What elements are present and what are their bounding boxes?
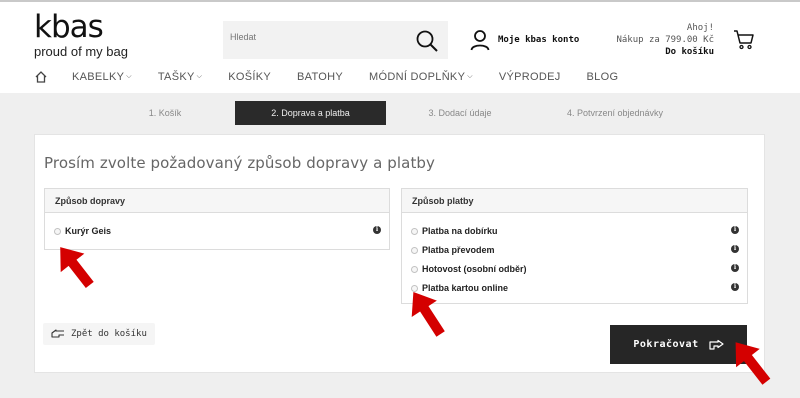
cart-greeting: Ahoj! — [686, 23, 714, 33]
annotation-arrow-icon — [411, 292, 445, 337]
cart-total: Nákup za 799.00 Kč — [616, 35, 714, 45]
radio-button[interactable] — [411, 265, 418, 273]
annotation-arrow-icon — [735, 342, 771, 385]
shipping-heading: Způsob dopravy — [45, 189, 389, 213]
chevron-down-icon: ⌵ — [196, 73, 203, 80]
nav-label: KABELKY — [72, 71, 125, 83]
nav-label: MÓDNÍ DOPLŇKY — [369, 71, 466, 83]
info-icon[interactable]: i — [373, 226, 381, 234]
payment-option-transfer[interactable]: Platba převodem — [411, 245, 495, 255]
hand-right-icon — [709, 339, 724, 350]
nav-label: KOŠÍKY — [228, 71, 271, 83]
search-icon[interactable] — [415, 29, 439, 53]
logo[interactable]: kbas proud of my bag — [34, 9, 128, 60]
info-icon[interactable]: i — [731, 283, 739, 291]
nav-label: BATOHY — [297, 71, 344, 83]
logo-tagline: proud of my bag — [34, 44, 128, 59]
option-label: Hotovost (osobní odběr) — [422, 264, 527, 274]
radio-button[interactable] — [54, 227, 61, 235]
search-box — [223, 21, 448, 59]
main-nav: KABELKY ⌵ TAŠKY ⌵ KOŠÍKY BATOHY MÓDNÍ DOPL… — [34, 69, 644, 85]
nav-item-kabelky[interactable]: KABELKY ⌵ — [72, 71, 132, 83]
radio-button[interactable] — [411, 246, 418, 254]
cart-link[interactable]: Do košíku — [616, 46, 714, 58]
account-link[interactable]: Moje kbas konto — [470, 29, 579, 51]
nav-item-batohy[interactable]: BATOHY — [297, 71, 343, 83]
radio-button[interactable] — [411, 227, 418, 235]
chevron-down-icon: ⌵ — [126, 73, 132, 80]
nav-item-modni-doplnky[interactable]: MÓDNÍ DOPLŇKY ⌵ — [369, 71, 473, 83]
logo-word: kbas — [34, 9, 104, 45]
site-header: kbas proud of my bag Moje kbas konto Aho… — [0, 2, 800, 93]
shipping-option-geis[interactable]: Kurýr Geis — [54, 226, 111, 236]
hand-left-icon — [51, 329, 64, 338]
info-icon[interactable]: i — [731, 226, 739, 234]
back-label: Zpět do košíku — [71, 329, 147, 339]
step-cart[interactable]: 1. Košík — [110, 101, 220, 125]
nav-item-vyprodej[interactable]: VÝPRODEJ — [499, 71, 561, 83]
nav-label: VÝPRODEJ — [498, 71, 561, 83]
cart-summary: Ahoj! Nákup za 799.00 Kč Do košíku — [616, 22, 714, 58]
payment-option-cash[interactable]: Hotovost (osobní odběr) — [411, 264, 527, 274]
chevron-down-icon: ⌵ — [467, 73, 473, 80]
info-icon[interactable]: i — [731, 245, 739, 253]
step-order-confirmation: 4. Potvrzení objednávky — [566, 108, 664, 118]
option-label: Platba na dobírku — [422, 226, 498, 236]
nav-label: TAŠKY — [157, 71, 195, 83]
step-shipping-payment: 2. Doprava a platba — [235, 101, 386, 125]
continue-button[interactable]: Pokračovat — [610, 325, 747, 364]
checkout-steps: 1. Košík 2. Doprava a platba 3. Dodací ú… — [0, 101, 800, 125]
nav-item-blog[interactable]: BLOG — [587, 71, 619, 83]
annotation-arrow-icon — [60, 247, 94, 288]
page-title: Prosím zvolte požadovaný způsob dopravy … — [44, 154, 436, 172]
user-icon — [470, 30, 490, 51]
account-label: Moje kbas konto — [498, 35, 580, 45]
continue-label: Pokračovat — [633, 339, 699, 350]
back-to-cart-button[interactable]: Zpět do košíku — [43, 323, 155, 345]
cart-icon[interactable] — [733, 28, 755, 50]
info-icon[interactable]: i — [731, 264, 739, 272]
home-icon[interactable] — [34, 70, 48, 84]
payment-box: Způsob platby Platba na dobírku i Platba… — [401, 188, 748, 304]
payment-option-cod[interactable]: Platba na dobírku — [411, 226, 498, 236]
nav-item-kosiky[interactable]: KOŠÍKY — [228, 71, 271, 83]
nav-label: BLOG — [586, 71, 619, 83]
option-label: Platba převodem — [422, 245, 495, 255]
step-delivery-details: 3. Dodací údaje — [428, 108, 492, 118]
option-label: Kurýr Geis — [65, 226, 112, 236]
search-input[interactable] — [230, 32, 410, 42]
payment-heading: Způsob platby — [402, 189, 747, 213]
nav-item-tasky[interactable]: TAŠKY ⌵ — [158, 71, 202, 83]
